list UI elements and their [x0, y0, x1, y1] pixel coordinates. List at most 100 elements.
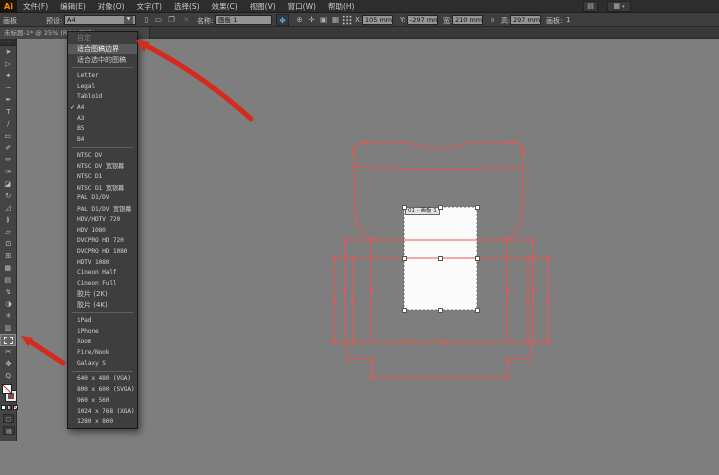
- height-input[interactable]: 297 mm: [510, 15, 541, 25]
- preset-menu-item[interactable]: 胶片 (2K): [68, 289, 137, 300]
- perspective-grid-tool[interactable]: ⊞: [0, 250, 16, 262]
- selection-handle[interactable]: [402, 308, 407, 313]
- y-input[interactable]: -297 mm: [407, 15, 438, 25]
- menu-help[interactable]: 帮助(H): [322, 0, 361, 13]
- menu-type[interactable]: 文字(T): [131, 0, 168, 13]
- gradient-tool[interactable]: ▤: [0, 274, 16, 286]
- selection-handle[interactable]: [475, 308, 480, 313]
- pen-tool[interactable]: ✒: [0, 94, 16, 106]
- shape-builder-tool[interactable]: ⊡: [0, 238, 16, 250]
- pencil-tool[interactable]: ✏: [0, 154, 16, 166]
- preset-menu-item[interactable]: Letter: [68, 70, 137, 81]
- preset-menu-item[interactable]: 1024 x 768 (XGA): [68, 406, 137, 417]
- selection-handle[interactable]: [438, 256, 443, 261]
- rectangle-tool[interactable]: ▭: [0, 130, 16, 142]
- preset-menu-item[interactable]: NTSC DV: [68, 150, 137, 161]
- selection-tool[interactable]: ➤: [0, 46, 16, 58]
- preset-menu-item[interactable]: 适合选中的图稿: [68, 54, 137, 65]
- preset-menu-item[interactable]: ✓A4: [68, 102, 137, 113]
- preset-menu-item[interactable]: HDV/HDTV 720: [68, 214, 137, 225]
- reference-point-selector[interactable]: [342, 15, 352, 25]
- line-segment-tool[interactable]: ∕: [0, 118, 16, 130]
- arrange-documents-button[interactable]: ▤: [583, 1, 598, 12]
- menu-file[interactable]: 文件(F): [17, 0, 54, 13]
- new-artboard-button[interactable]: ❐: [165, 14, 178, 26]
- preset-menu-item[interactable]: 960 x 560: [68, 395, 137, 406]
- free-transform-tool[interactable]: ▱: [0, 226, 16, 238]
- menu-edit[interactable]: 编辑(E): [54, 0, 92, 13]
- artboard-tool[interactable]: [0, 334, 16, 346]
- selection-handle[interactable]: [438, 308, 443, 313]
- move-artwork-toggle[interactable]: ✥: [276, 14, 289, 26]
- menu-select[interactable]: 选择(S): [168, 0, 206, 13]
- column-graph-tool[interactable]: ▥: [0, 322, 16, 334]
- blend-tool[interactable]: ◑: [0, 298, 16, 310]
- selection-handle[interactable]: [438, 205, 443, 210]
- blob-brush-tool[interactable]: ✑: [0, 166, 16, 178]
- preset-menu-item[interactable]: iPhone: [68, 326, 137, 337]
- artboard-options-button[interactable]: ▦: [329, 14, 342, 26]
- screen-mode-button[interactable]: ▤: [3, 426, 15, 435]
- preset-menu-item[interactable]: 适合图稿边界: [68, 44, 137, 55]
- selection-handle[interactable]: [475, 256, 480, 261]
- preset-menu-item[interactable]: HDTV 1080: [68, 257, 137, 268]
- menu-window[interactable]: 窗口(W): [282, 0, 322, 13]
- preset-menu-item[interactable]: Xoom: [68, 337, 137, 348]
- workspace-switcher-button[interactable]: ▦ ▾: [607, 1, 631, 12]
- preset-menu-item[interactable]: B4: [68, 134, 137, 145]
- width-tool[interactable]: ≬: [0, 214, 16, 226]
- preset-menu-item[interactable]: NTSC D1 宽银幕: [68, 182, 137, 193]
- preset-menu-item[interactable]: A3: [68, 113, 137, 124]
- preset-menu-item[interactable]: DVCPRO HD 1080: [68, 246, 137, 257]
- x-input[interactable]: 105 mm: [362, 15, 393, 25]
- mesh-tool[interactable]: ▦: [0, 262, 16, 274]
- preset-menu-item[interactable]: Legal: [68, 81, 137, 92]
- preset-menu-item[interactable]: 胶片 (4K): [68, 300, 137, 311]
- preset-menu-item[interactable]: Cineon Half: [68, 267, 137, 278]
- preset-menu-item[interactable]: Fire/Nook: [68, 347, 137, 358]
- color-mode-button[interactable]: [1, 405, 6, 410]
- scale-tool[interactable]: ◿: [0, 202, 16, 214]
- hand-tool[interactable]: ✥: [0, 358, 16, 370]
- gradient-mode-button[interactable]: [7, 405, 12, 410]
- preset-menu-item[interactable]: 800 x 600 (SVGA): [68, 384, 137, 395]
- magic-wand-tool[interactable]: ✦: [0, 70, 16, 82]
- rotate-tool[interactable]: ↻: [0, 190, 16, 202]
- selection-handle[interactable]: [475, 205, 480, 210]
- eyedropper-tool[interactable]: ↯: [0, 286, 16, 298]
- type-tool[interactable]: T: [0, 106, 16, 118]
- slice-tool[interactable]: ✂: [0, 346, 16, 358]
- preset-menu-item[interactable]: Tabloid: [68, 91, 137, 102]
- delete-artboard-button[interactable]: ✕: [180, 14, 193, 26]
- selection-handle[interactable]: [402, 205, 407, 210]
- width-input[interactable]: 210 mm: [452, 15, 483, 25]
- menu-object[interactable]: 对象(O): [92, 0, 131, 13]
- preset-dropdown[interactable]: A4 ▼: [64, 15, 136, 25]
- preset-menu-item[interactable]: DVCPRO HD 720: [68, 235, 137, 246]
- artboard-name-input[interactable]: 画板 1: [215, 15, 272, 25]
- preset-menu-item[interactable]: NTSC D1: [68, 171, 137, 182]
- eraser-tool[interactable]: ◪: [0, 178, 16, 190]
- preset-menu-item[interactable]: B5: [68, 124, 137, 135]
- preset-menu-item[interactable]: NTSC DV 宽银幕: [68, 161, 137, 172]
- landscape-orientation-button[interactable]: ▭: [152, 14, 165, 26]
- selection-handle[interactable]: [402, 256, 407, 261]
- lasso-tool[interactable]: ∽: [0, 82, 16, 94]
- preset-menu-item[interactable]: iPad: [68, 315, 137, 326]
- zoom-tool[interactable]: Q: [0, 370, 16, 382]
- fill-swatch[interactable]: [2, 384, 12, 394]
- preset-menu-item[interactable]: 自定: [68, 33, 137, 44]
- preset-menu-item[interactable]: HDV 1080: [68, 225, 137, 236]
- preset-menu-item[interactable]: PAL D1/DV 宽银幕: [68, 203, 137, 214]
- preset-menu-item[interactable]: Cineon Full: [68, 278, 137, 289]
- preset-menu-item[interactable]: PAL D1/DV: [68, 193, 137, 204]
- preset-menu-item[interactable]: 640 x 480 (VGA): [68, 374, 137, 385]
- menu-view[interactable]: 视图(V): [244, 0, 282, 13]
- drawing-mode-button[interactable]: ▢: [3, 414, 14, 423]
- paintbrush-tool[interactable]: ✐: [0, 142, 16, 154]
- none-mode-button[interactable]: [13, 405, 18, 410]
- preset-menu-item[interactable]: Galaxy S: [68, 358, 137, 369]
- symbol-sprayer-tool[interactable]: ✳: [0, 310, 16, 322]
- link-dimensions-icon[interactable]: ∞: [488, 15, 498, 26]
- preset-menu-item[interactable]: 1280 x 800: [68, 416, 137, 427]
